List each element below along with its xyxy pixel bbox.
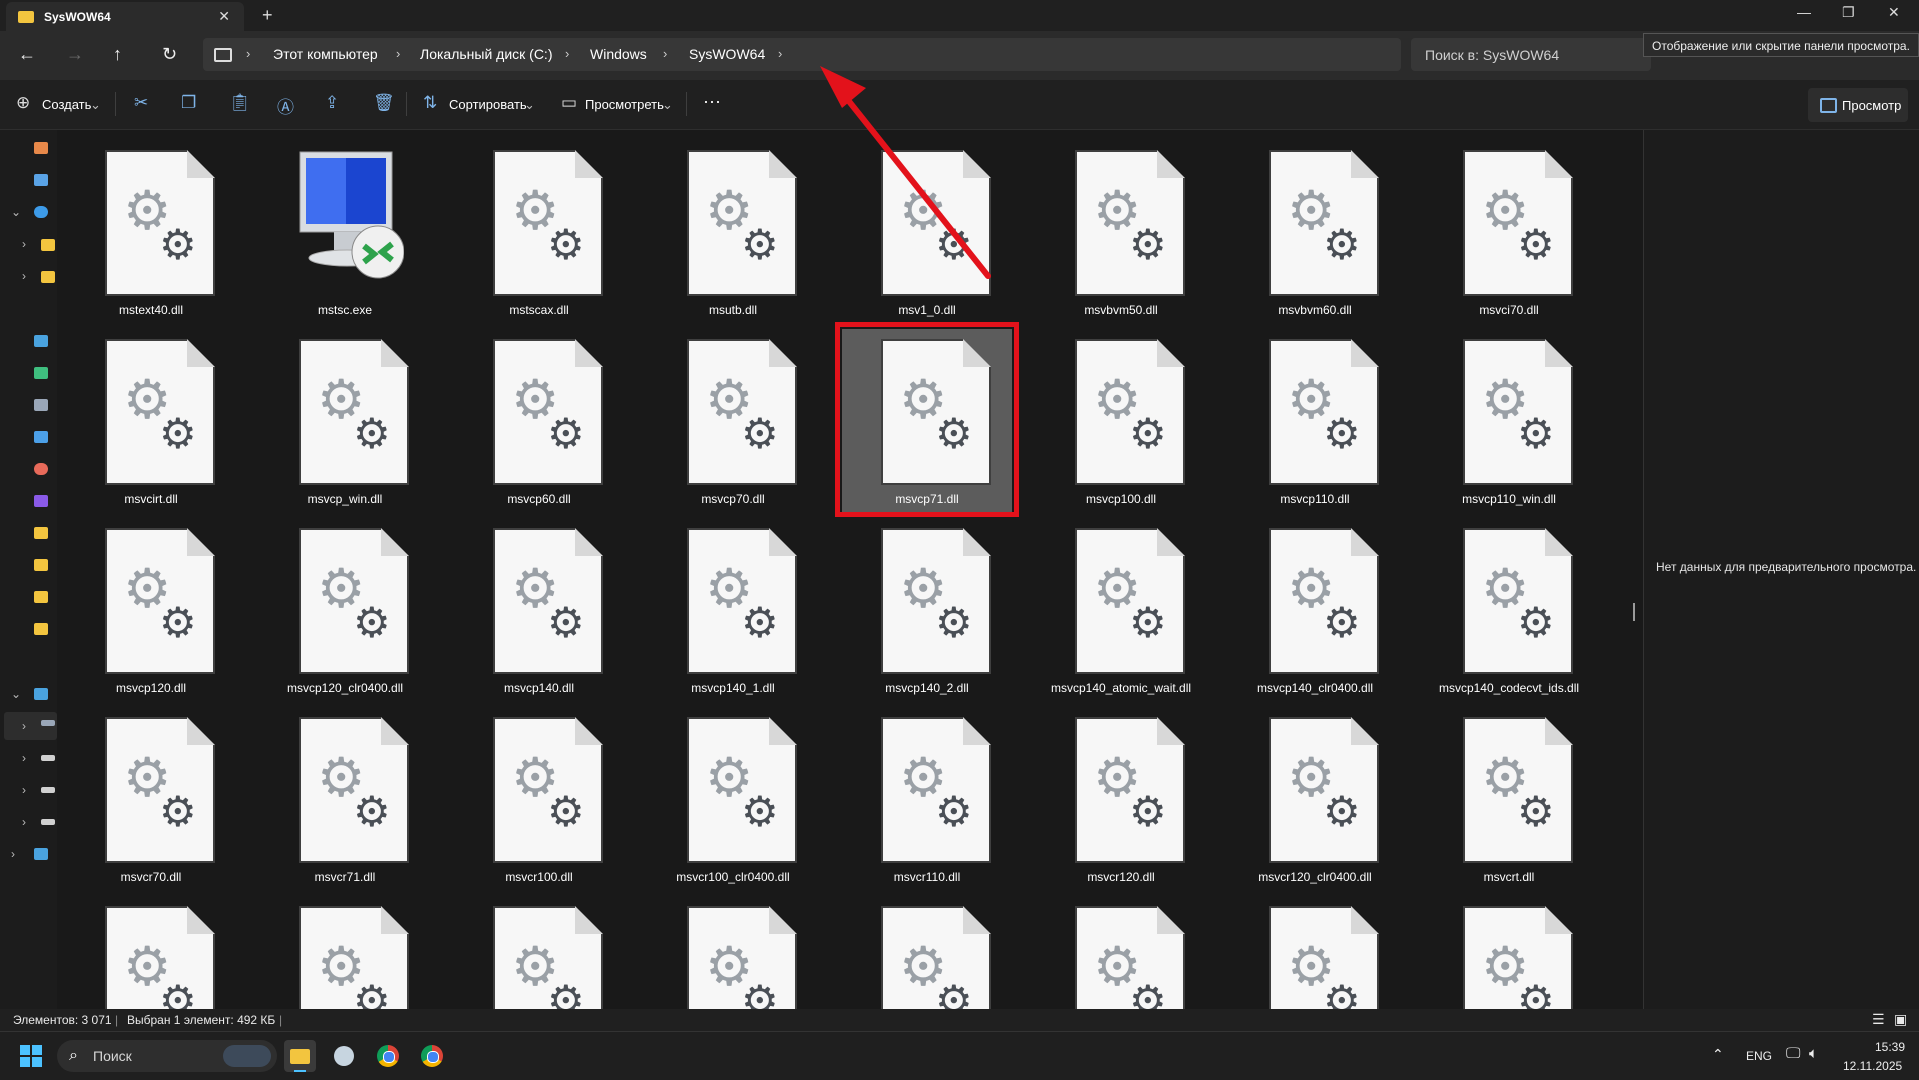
chrome-taskbar-icon[interactable] bbox=[372, 1040, 404, 1072]
search-icon: ⌕ bbox=[69, 1047, 78, 1064]
status-divider: | bbox=[279, 1013, 283, 1027]
details-view-icon[interactable]: ☰ bbox=[1872, 1011, 1885, 1028]
status-divider: | bbox=[115, 1013, 119, 1027]
chevron-up-icon[interactable]: ⌃ bbox=[1712, 1046, 1724, 1063]
taskbar-search-label: Поиск bbox=[93, 1048, 132, 1064]
clock-time[interactable]: 15:39 bbox=[1875, 1040, 1905, 1054]
taskbar: ⌕ Поиск ⌃ ENG 🖵 🔈︎ 15:39 12.11.2025 bbox=[0, 1031, 1919, 1080]
preview-pane: Нет данных для предварительного просмотр… bbox=[1643, 130, 1919, 1009]
taskbar-search[interactable]: ⌕ Поиск bbox=[57, 1040, 277, 1072]
start-button[interactable] bbox=[20, 1045, 42, 1067]
language-indicator[interactable]: ENG bbox=[1746, 1049, 1772, 1063]
tiles-view-icon[interactable]: ▣ bbox=[1894, 1011, 1907, 1028]
preview-empty-message: Нет данных для предварительного просмотр… bbox=[1656, 560, 1917, 574]
chrome-profile-taskbar-icon[interactable] bbox=[416, 1040, 448, 1072]
red-arrow-annotation bbox=[820, 66, 991, 279]
selection-info: Выбран 1 элемент: 492 КБ bbox=[127, 1013, 276, 1027]
item-count: Элементов: 3 071 bbox=[13, 1013, 112, 1027]
clock-date[interactable]: 12.11.2025 bbox=[1843, 1059, 1902, 1073]
steam-taskbar-icon[interactable] bbox=[328, 1040, 360, 1072]
scrollbar-thumb[interactable] bbox=[1633, 603, 1635, 621]
file-explorer-taskbar-icon[interactable] bbox=[284, 1040, 316, 1072]
network-icon[interactable]: 🖵 bbox=[1786, 1045, 1800, 1062]
status-bar: Элементов: 3 071 | Выбран 1 элемент: 492… bbox=[0, 1009, 1919, 1031]
search-highlight-art bbox=[223, 1045, 271, 1067]
volume-icon[interactable]: 🔈︎ bbox=[1809, 1045, 1818, 1062]
